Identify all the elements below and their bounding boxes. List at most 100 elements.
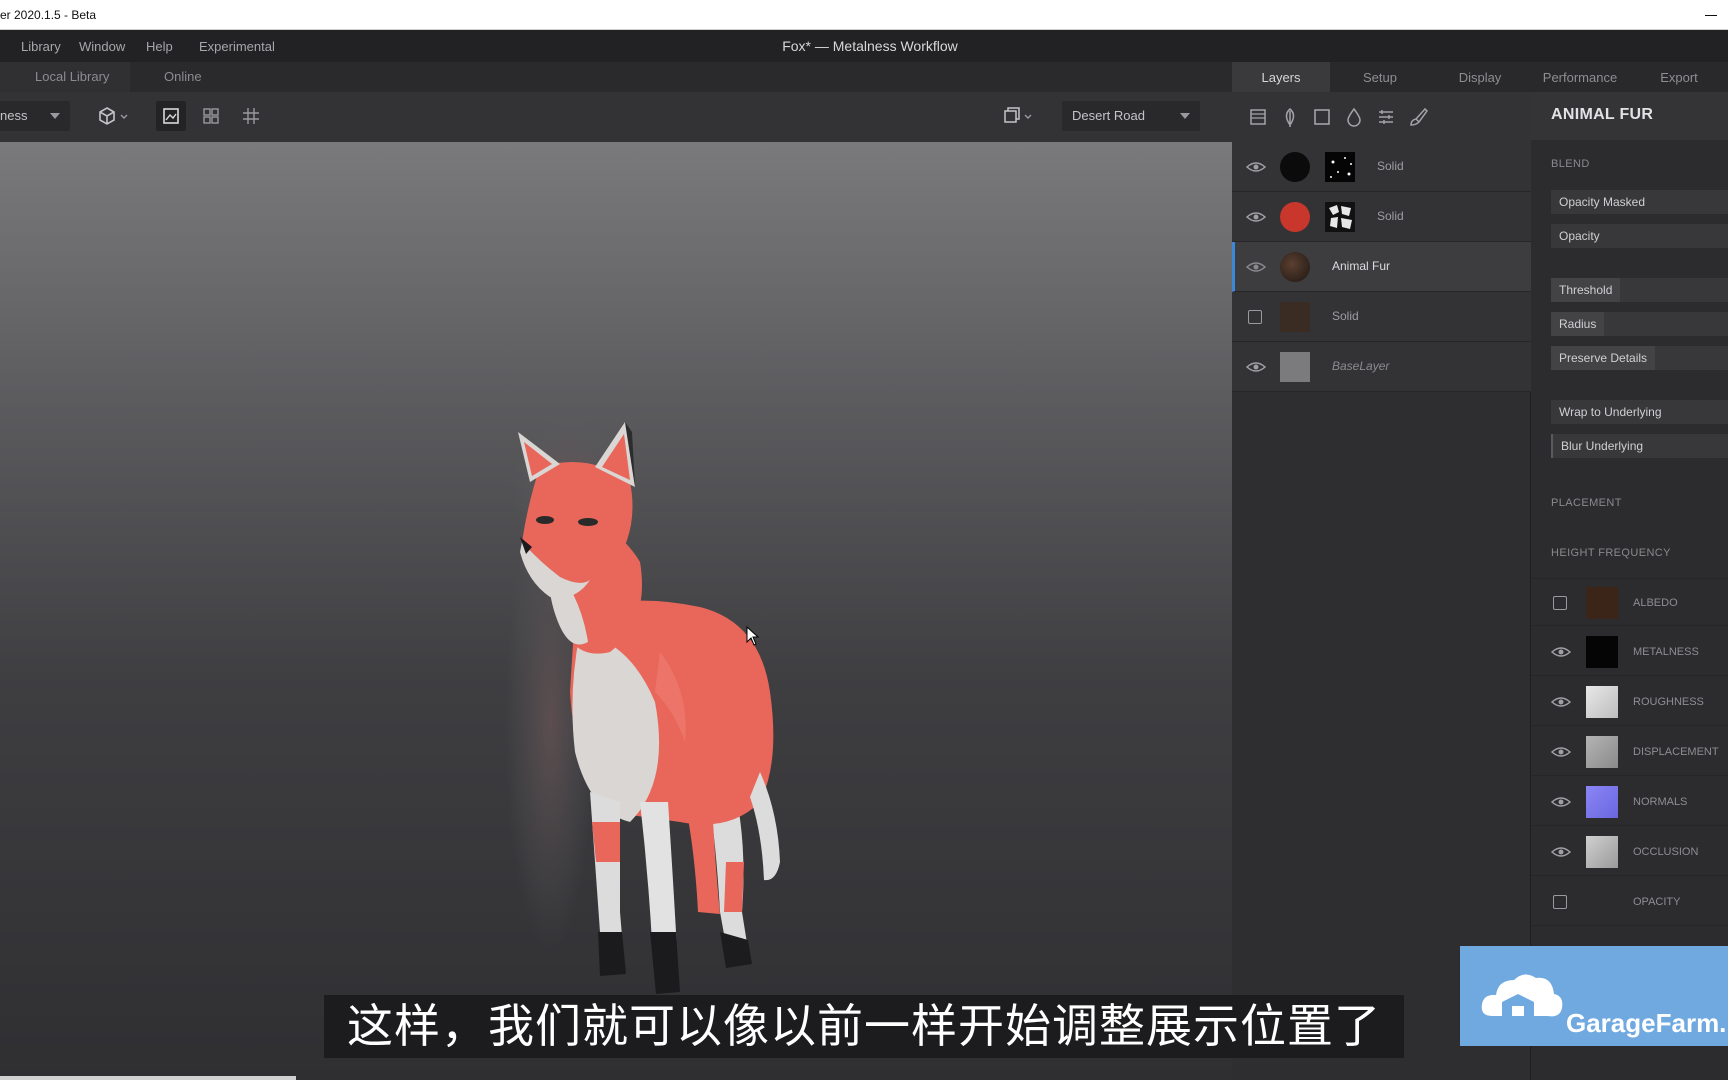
eye-icon[interactable] — [1551, 843, 1571, 861]
single-view-button[interactable] — [156, 101, 186, 131]
leaf-icon[interactable] — [1278, 105, 1302, 129]
new-layer-icon[interactable] — [1246, 105, 1270, 129]
watermark-text: GarageFarm.N — [1566, 1008, 1728, 1038]
channel-checkbox[interactable] — [1553, 596, 1567, 610]
channel-label: NORMALS — [1633, 796, 1688, 808]
chevron-down-icon — [50, 113, 60, 119]
channel-label: ROUGHNESS — [1633, 696, 1704, 708]
threshold-slider[interactable]: Threshold — [1551, 278, 1728, 302]
window-title-bar: er 2020.1.5 - Beta — [0, 0, 1728, 30]
uv-grid-button[interactable] — [236, 101, 266, 131]
cube-icon — [99, 107, 128, 125]
channel-label: METALNESS — [1633, 646, 1699, 658]
tab-display[interactable]: Display — [1430, 62, 1530, 92]
layer-row[interactable]: Solid — [1232, 142, 1531, 192]
layer-row-selected[interactable]: Animal Fur — [1232, 242, 1531, 292]
preserve-details-slider[interactable]: Preserve Details — [1551, 346, 1728, 370]
channel-label: OCCLUSION — [1633, 846, 1699, 858]
preserve-details-label: Preserve Details — [1551, 346, 1656, 370]
layer-name: Solid — [1377, 159, 1404, 173]
channel-row-opacity[interactable]: OPACITY — [1531, 878, 1728, 926]
drop-icon[interactable] — [1342, 105, 1366, 129]
viewport-toolbar: ness Desert Road — [0, 92, 1232, 142]
blend-mode-dropdown[interactable]: Opacity Masked — [1551, 190, 1728, 214]
placement-section-title[interactable]: PLACEMENT — [1551, 497, 1622, 509]
channel-row-albedo[interactable]: ALBEDO — [1531, 578, 1728, 626]
channel-thumbnail — [1586, 587, 1618, 619]
tab-online[interactable]: Online — [150, 62, 230, 92]
tab-setup[interactable]: Setup — [1330, 62, 1430, 92]
eye-icon[interactable] — [1246, 258, 1266, 276]
visibility-checkbox[interactable] — [1248, 310, 1262, 324]
tab-performance[interactable]: Performance — [1530, 62, 1630, 92]
minimize-button[interactable] — [1702, 6, 1720, 24]
channel-row-normals[interactable]: NORMALS — [1531, 778, 1728, 826]
garagefarm-watermark: GarageFarm.N — [1460, 946, 1728, 1046]
properties-title: ANIMAL FUR — [1551, 106, 1654, 123]
channel-thumbnail — [1586, 736, 1618, 768]
blur-label: Blur Underlying — [1561, 439, 1644, 453]
channel-thumbnail — [1586, 636, 1618, 668]
3d-viewport[interactable] — [0, 142, 1232, 1080]
layer-name: Animal Fur — [1332, 259, 1391, 273]
eye-icon[interactable] — [1551, 793, 1571, 811]
workflow-dropdown[interactable]: ness — [0, 101, 70, 131]
layer-name: Solid — [1377, 209, 1404, 223]
channel-row-displacement[interactable]: DISPLACEMENT — [1531, 728, 1728, 776]
layer-row[interactable]: BaseLayer — [1232, 342, 1531, 392]
properties-panel: ANIMAL FUR BLEND Opacity Masked Opacity … — [1531, 92, 1728, 1080]
tab-local-library[interactable]: Local Library — [0, 62, 130, 92]
layer-row[interactable]: Solid — [1232, 292, 1531, 342]
menu-bar: Library Window Help Experimental Fox* — … — [0, 30, 1728, 62]
channel-row-occlusion[interactable]: OCCLUSION — [1531, 828, 1728, 876]
layer-material-thumbnail — [1280, 302, 1310, 332]
properties-header: ANIMAL FUR — [1531, 92, 1728, 140]
threshold-label: Threshold — [1551, 278, 1621, 302]
eye-icon[interactable] — [1551, 743, 1571, 761]
blend-mode-value: Opacity Masked — [1559, 195, 1646, 209]
image-icon — [163, 108, 179, 124]
view-options-button[interactable] — [996, 101, 1040, 131]
eye-icon[interactable] — [1551, 693, 1571, 711]
grid-2x2-icon — [203, 108, 219, 124]
radius-label: Radius — [1551, 312, 1605, 336]
tab-layers[interactable]: Layers — [1232, 62, 1330, 92]
channel-row-metalness[interactable]: METALNESS — [1531, 628, 1728, 676]
height-frequency-section-title[interactable]: HEIGHT FREQUENCY — [1551, 547, 1671, 559]
layer-row[interactable]: Solid — [1232, 192, 1531, 242]
environment-dropdown[interactable]: Desert Road — [1062, 101, 1200, 131]
square-icon[interactable] — [1310, 105, 1334, 129]
quad-view-button[interactable] — [196, 101, 226, 131]
opacity-dropdown[interactable]: Opacity — [1551, 224, 1728, 248]
mouse-cursor-icon — [746, 626, 760, 646]
channel-label: DISPLACEMENT — [1633, 746, 1719, 758]
blend-section-title: BLEND — [1551, 158, 1590, 170]
layer-mask-thumbnail[interactable] — [1325, 152, 1355, 182]
progress-strip — [0, 1076, 296, 1080]
library-tabs: Local Library Online — [0, 62, 1232, 92]
eye-icon[interactable] — [1246, 158, 1266, 176]
eye-icon[interactable] — [1246, 358, 1266, 376]
environment-dropdown-value: Desert Road — [1072, 108, 1145, 123]
layer-mask-thumbnail[interactable] — [1325, 202, 1355, 232]
eye-icon[interactable] — [1246, 208, 1266, 226]
adjustment-icon[interactable] — [1374, 105, 1398, 129]
channel-row-roughness[interactable]: ROUGHNESS — [1531, 678, 1728, 726]
workflow-dropdown-value: ness — [0, 108, 28, 123]
eye-icon[interactable] — [1551, 643, 1571, 661]
blur-underlying-toggle[interactable]: Blur Underlying — [1551, 434, 1728, 458]
window-title: er 2020.1.5 - Beta — [0, 8, 97, 22]
chevron-down-icon — [1180, 113, 1190, 119]
opacity-value: Opacity — [1559, 229, 1600, 243]
wrap-to-underlying-toggle[interactable]: Wrap to Underlying — [1551, 400, 1728, 424]
channel-checkbox[interactable] — [1553, 895, 1567, 909]
layer-color-swatch — [1280, 202, 1310, 232]
brush-icon[interactable] — [1406, 105, 1430, 129]
grid-icon — [243, 108, 259, 124]
layer-material-thumbnail — [1280, 252, 1310, 282]
window-icon — [1004, 107, 1032, 123]
mesh-view-button[interactable] — [92, 101, 136, 131]
tab-export[interactable]: Export — [1630, 62, 1728, 92]
radius-slider[interactable]: Radius — [1551, 312, 1728, 336]
cloud-logo-icon — [1481, 974, 1563, 1017]
